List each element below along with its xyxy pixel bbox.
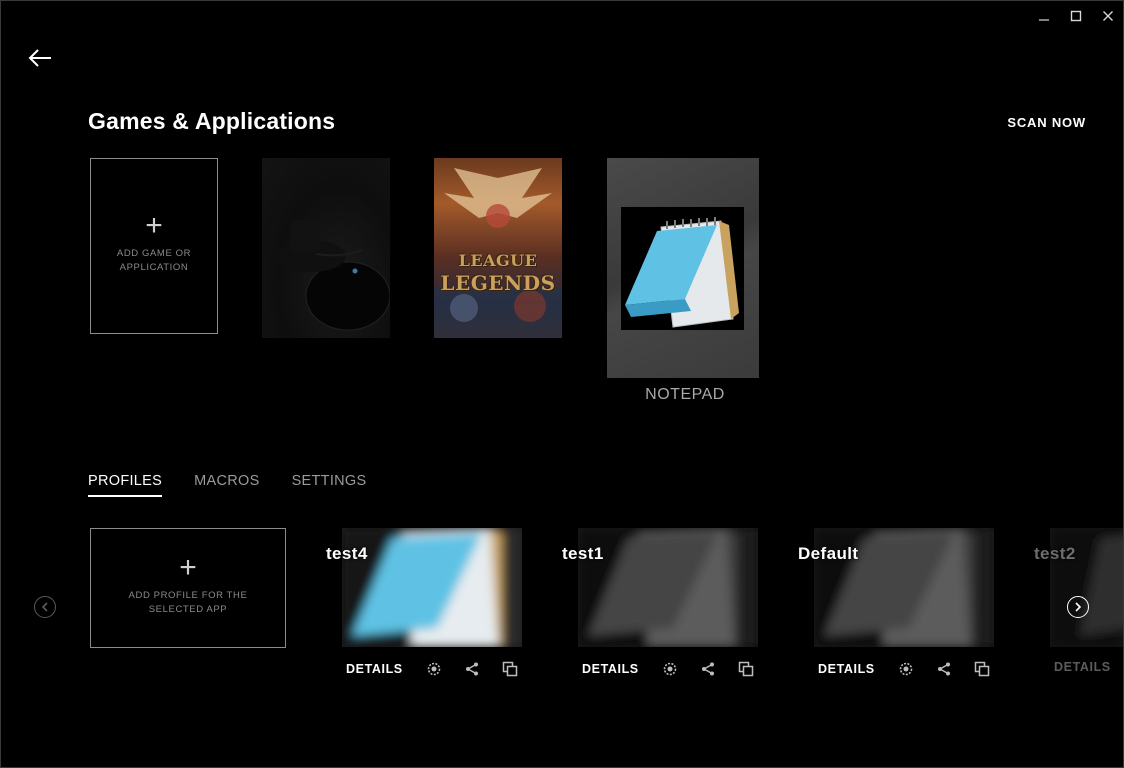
- share-icon[interactable]: [699, 660, 717, 678]
- section-tabs: PROFILES MACROS SETTINGS: [88, 473, 367, 497]
- plus-icon: +: [179, 551, 197, 584]
- carousel-prev-button[interactable]: [34, 596, 56, 618]
- notepad-icon: [625, 217, 739, 328]
- gaming-mouse-image: [278, 220, 390, 331]
- chevron-left-icon: [41, 602, 48, 612]
- details-button[interactable]: DETAILS: [818, 662, 875, 676]
- game-tile-league[interactable]: LEAGUE LEGENDS: [434, 158, 562, 338]
- profile-name: test2: [1034, 544, 1076, 563]
- add-profile-tile[interactable]: + ADD PROFILE FOR THE SELECTED APP: [90, 528, 286, 648]
- maximize-icon: [1070, 10, 1082, 22]
- persistent-icon[interactable]: [661, 660, 679, 678]
- notepad-label: NOTEPAD: [645, 386, 725, 403]
- copy-icon[interactable]: [737, 660, 755, 678]
- profile-card-test1[interactable]: [578, 528, 758, 647]
- game-tile-notepad[interactable]: [607, 158, 759, 378]
- copy-icon[interactable]: [501, 660, 519, 678]
- notepad-thumbnail: [578, 528, 758, 647]
- add-game-label: ADD GAME OR APPLICATION: [116, 248, 192, 273]
- persistent-icon[interactable]: [897, 660, 915, 678]
- back-button[interactable]: [22, 42, 58, 74]
- arrow-left-icon: [28, 49, 51, 67]
- share-icon[interactable]: [463, 660, 481, 678]
- minimize-button[interactable]: [1029, 6, 1059, 26]
- share-icon[interactable]: [935, 660, 953, 678]
- copy-icon[interactable]: [973, 660, 991, 678]
- notepad-thumbnail: [342, 528, 522, 647]
- details-button[interactable]: DETAILS: [1054, 660, 1111, 674]
- chevron-right-icon: [1075, 602, 1082, 612]
- profile-actions: DETAILS: [346, 660, 519, 678]
- tab-macros[interactable]: MACROS: [194, 473, 259, 497]
- notepad-app-icon: [621, 207, 744, 330]
- page-title: Games & Applications: [88, 108, 336, 134]
- profile-card-test4[interactable]: [342, 528, 522, 647]
- profile-name: test1: [562, 544, 604, 563]
- plus-icon: +: [145, 209, 163, 242]
- tab-profiles[interactable]: PROFILES: [88, 473, 163, 497]
- scan-now-button[interactable]: SCAN NOW: [1007, 115, 1086, 130]
- add-game-tile[interactable]: + ADD GAME OR APPLICATION: [90, 158, 218, 334]
- details-button[interactable]: DETAILS: [346, 662, 403, 676]
- maximize-button[interactable]: [1061, 6, 1091, 26]
- league-art-image: [434, 168, 562, 338]
- add-profile-label: ADD PROFILE FOR THE SELECTED APP: [128, 590, 248, 615]
- details-button[interactable]: DETAILS: [582, 662, 639, 676]
- profile-actions: DETAILS: [818, 660, 991, 678]
- carousel-next-button[interactable]: [1067, 596, 1089, 618]
- close-icon: [1103, 11, 1113, 21]
- tab-settings[interactable]: SETTINGS: [292, 473, 367, 497]
- league-logo: LEAGUE LEGENDS: [440, 251, 556, 295]
- close-button[interactable]: [1093, 6, 1123, 26]
- profile-name: Default: [798, 544, 859, 563]
- persistent-icon[interactable]: [425, 660, 443, 678]
- profile-actions: DETAILS: [582, 660, 755, 678]
- game-tile-mouse[interactable]: [262, 158, 390, 338]
- minimize-icon: [1039, 19, 1049, 21]
- profile-name: test4: [326, 544, 368, 563]
- profile-actions: DETAILS: [1054, 660, 1111, 674]
